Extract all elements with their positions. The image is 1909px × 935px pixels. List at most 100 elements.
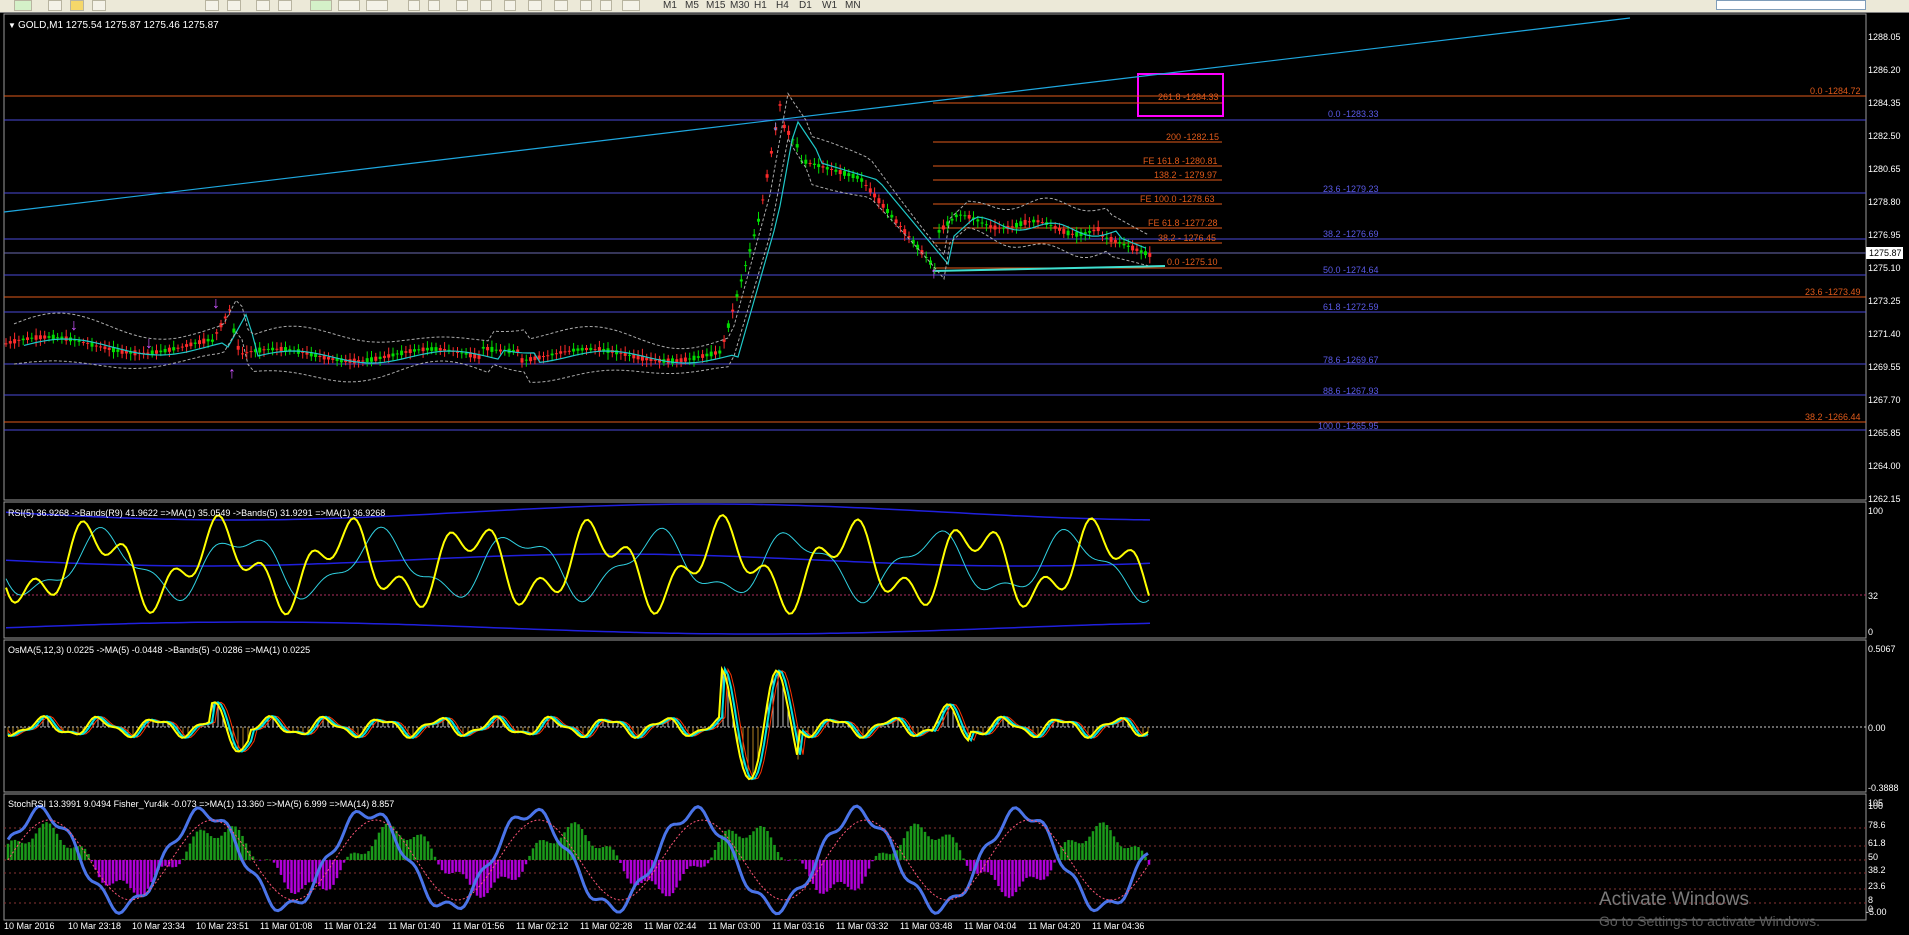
current-price-label: 1275.87 <box>1869 248 1902 258</box>
candle-body <box>365 358 369 363</box>
candle-body <box>266 348 270 350</box>
equidistant-channel-icon[interactable] <box>528 0 542 11</box>
fractal-arrow-2: ↓ <box>212 295 220 312</box>
fib-orange-right-label-1: 23.6 -1273.49 <box>1805 287 1861 297</box>
zoom-out-icon[interactable] <box>227 0 241 11</box>
candle-body <box>26 337 29 340</box>
candle-body <box>279 346 283 352</box>
candle-body <box>206 338 210 342</box>
candle-body <box>374 356 378 361</box>
star-icon[interactable] <box>70 0 84 11</box>
candle-body <box>357 360 361 362</box>
text-icon[interactable] <box>580 0 592 11</box>
time-tick-12: 11 Mar 03:16 <box>772 921 824 931</box>
tile-windows-icon[interactable] <box>256 0 270 11</box>
candle-body <box>232 328 236 333</box>
fib-blue-label-6: 88.6 -1267.93 <box>1323 386 1379 396</box>
cursor-icon[interactable] <box>408 0 420 11</box>
candle-body <box>718 350 722 354</box>
candle-body <box>13 339 17 344</box>
candle-body <box>370 357 373 362</box>
periods-icon[interactable] <box>338 0 360 11</box>
main-panel-frame <box>3 13 1867 501</box>
chart-window[interactable]: ↓ ↓ ↓ ↑ ↑ ↓ GOLD,M1 1275.54 1275.87 1275.46 1… <box>0 13 1909 935</box>
candle-body <box>180 346 184 348</box>
timeframe-m1[interactable]: M1 <box>663 0 677 11</box>
indicators-icon[interactable] <box>310 0 332 11</box>
candle-body <box>533 356 537 361</box>
candle-body <box>739 279 743 282</box>
activation-watermark-title: Activate Windows <box>1599 889 1749 910</box>
candle-body <box>417 349 421 351</box>
fib-blue-label-0: 0.0 -1283.33 <box>1328 109 1379 119</box>
time-tick-2: 10 Mar 23:34 <box>132 921 185 931</box>
horizontal-line-icon[interactable] <box>480 0 492 11</box>
candle-body <box>769 151 773 154</box>
timeframe-m5[interactable]: M5 <box>685 0 699 11</box>
timeframe-d1[interactable]: D1 <box>799 0 812 11</box>
candle-body <box>172 347 176 351</box>
timeframe-h1[interactable]: H1 <box>754 0 767 11</box>
time-tick-16: 11 Mar 04:20 <box>1028 921 1080 931</box>
vertical-line-icon[interactable] <box>456 0 468 11</box>
candle-body <box>1105 237 1109 239</box>
price-tick-12: 1265.85 <box>1868 428 1901 438</box>
candle-body <box>17 339 21 341</box>
timeframe-w1[interactable]: W1 <box>822 0 837 11</box>
candle-body <box>1070 233 1074 235</box>
candle-body <box>1144 251 1147 256</box>
arrows-icon[interactable] <box>622 0 640 11</box>
timeframe-m30[interactable]: M30 <box>730 0 749 11</box>
autotrading-icon[interactable] <box>48 0 62 11</box>
new-order-icon[interactable] <box>14 0 32 11</box>
time-tick-1: 10 Mar 23:18 <box>68 921 121 931</box>
candle-body <box>941 225 945 230</box>
candle-body <box>391 353 395 357</box>
candle-body <box>481 346 485 349</box>
candle-body <box>1023 219 1027 225</box>
timeframe-h4[interactable]: H4 <box>776 0 789 11</box>
candle-body <box>1109 236 1113 242</box>
candle-body <box>146 352 150 354</box>
candle-body <box>34 335 38 340</box>
candle-body <box>628 354 631 356</box>
save-icon[interactable] <box>92 0 106 11</box>
text-label-icon[interactable] <box>600 0 612 11</box>
osma-panel-frame <box>3 639 1867 793</box>
candle-body <box>679 358 683 363</box>
candle-body <box>155 350 158 354</box>
stoch-label: StochRSI 13.3991 9.0494 Fisher_Yur4ik -0… <box>8 799 394 809</box>
time-tick-7: 11 Mar 01:56 <box>452 921 504 931</box>
candle-body <box>1096 227 1100 232</box>
candle-body <box>705 353 709 357</box>
search-input[interactable] <box>1716 0 1866 10</box>
time-tick-3: 10 Mar 23:51 <box>196 921 249 931</box>
fibonacci-icon[interactable] <box>554 0 568 11</box>
timeframe-mn[interactable]: MN <box>845 0 861 11</box>
fib-orange-mid-label-2: FE 161.8 -1280.81 <box>1143 156 1218 166</box>
candle-body <box>868 188 872 193</box>
templates-icon[interactable] <box>366 0 388 11</box>
stoch-tick-9: -5.00 <box>1866 907 1887 917</box>
title-dropdown-icon[interactable]: ▼ <box>8 21 16 30</box>
chart-shift-icon[interactable] <box>278 0 292 11</box>
crosshair-icon[interactable] <box>428 0 440 11</box>
candle-body <box>989 225 993 228</box>
zoom-in-icon[interactable] <box>205 0 219 11</box>
candle-body <box>116 349 120 352</box>
candle-body <box>554 353 558 355</box>
candle-body <box>1131 245 1135 251</box>
time-tick-14: 11 Mar 03:48 <box>900 921 952 931</box>
candle-body <box>795 144 799 148</box>
trendline-icon[interactable] <box>504 0 516 11</box>
candle-body <box>542 356 545 358</box>
candle-body <box>563 351 567 353</box>
candle-body <box>318 355 322 357</box>
candle-body <box>976 219 980 222</box>
candle-body <box>559 351 563 354</box>
price-tick-1: 1286.20 <box>1868 65 1901 75</box>
time-tick-15: 11 Mar 04:04 <box>964 921 1016 931</box>
timeframe-m15[interactable]: M15 <box>706 0 725 11</box>
osma-label: OsMA(5,12,3) 0.0225 ->MA(5) -0.0448 ->Ba… <box>8 645 310 655</box>
candle-body <box>709 351 713 357</box>
